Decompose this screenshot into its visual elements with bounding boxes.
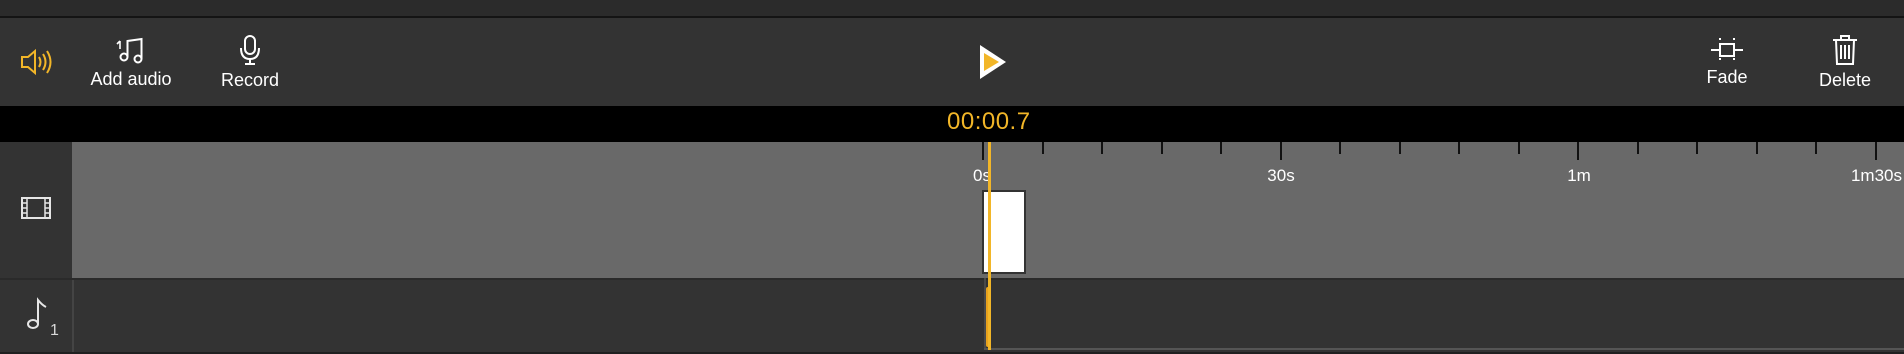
delete-button[interactable]: Delete [1808,18,1882,106]
ruler-tick [1636,142,1639,154]
ruler-tick [1815,142,1817,154]
film-strip-icon [20,196,52,225]
volume-icon [19,47,53,77]
ruler-tick [1041,142,1044,154]
trash-icon [1831,34,1859,66]
music-notes-icon [116,35,146,65]
editor-toolbar: Add audio Record Fade Delete [0,18,1904,106]
play-button[interactable] [972,18,1012,106]
ruler-tick [1755,142,1758,154]
delete-label: Delete [1818,69,1872,90]
fade-label: Fade [1706,66,1748,87]
video-track-header [0,142,72,278]
add-audio-label: Add audio [90,68,172,89]
ruler-tick [982,142,984,160]
fade-icon [1710,37,1744,63]
ruler-tick [1458,142,1460,154]
record-button[interactable]: Record [214,18,286,106]
ruler-tick-label: 30s [1267,166,1295,185]
audio-track-header: 1 [0,280,74,352]
ruler-tick [1577,142,1579,160]
audio-track-baseline [984,348,1904,350]
microphone-icon [237,34,263,66]
ruler-tick-label: 1m30s [1850,166,1902,185]
ruler-tick [1279,142,1282,160]
volume-button[interactable] [16,18,56,106]
play-icon [975,42,1009,82]
ruler-tick [1339,142,1341,154]
video-track[interactable]: 0s 30s 1m 1m30s [0,142,1904,278]
audio-track-number: 1 [50,322,59,339]
ruler-tick [1398,142,1401,154]
ruler-tick-label: 1m [1567,166,1591,185]
audio-track[interactable]: 1 [0,278,1904,352]
ruler-tick [1220,142,1222,154]
playhead[interactable] [988,142,991,350]
ruler-tick [1874,142,1877,160]
window-top-strip [0,0,1904,18]
record-label: Record [220,69,280,90]
ruler-tick [1101,142,1103,154]
ruler-tick [1160,142,1163,154]
add-audio-button[interactable]: Add audio [86,18,176,106]
current-timecode: 00:00.7 [947,108,1031,135]
ruler-tick [1517,142,1520,154]
fade-button[interactable]: Fade [1690,18,1764,106]
music-note-icon [24,296,48,336]
ruler-tick [1696,142,1698,154]
